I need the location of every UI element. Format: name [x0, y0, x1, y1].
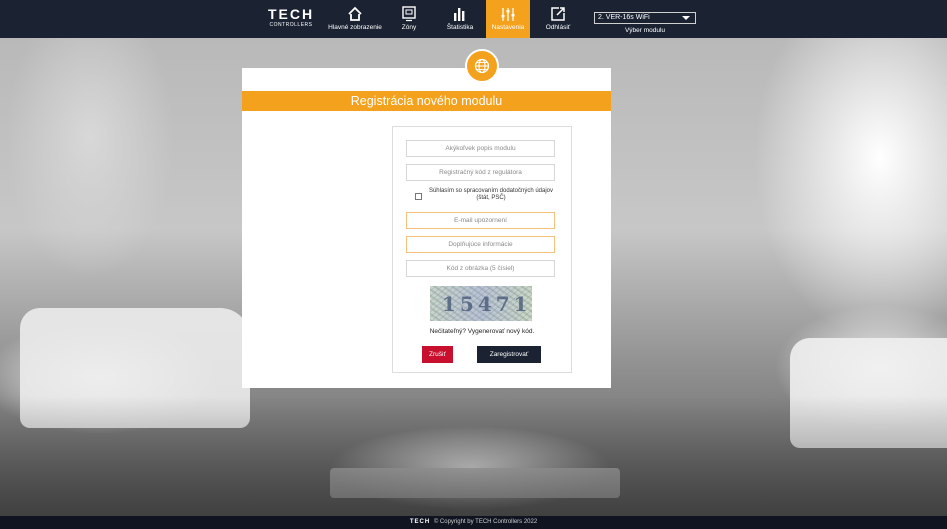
nav-label-main-view: Hlavné zobrazenie: [328, 24, 382, 31]
module-select-caption: Výber modulu: [624, 27, 666, 34]
logo-brand: TECH: [267, 6, 315, 22]
nav-label-settings: Nastavenia: [491, 24, 525, 31]
logo-sub: CONTROLLERS: [269, 22, 313, 28]
module-select-value: 2. VER-16s WiFi: [598, 14, 650, 21]
tech-logo[interactable]: TECH CONTROLLERS: [265, 7, 317, 33]
module-description-input[interactable]: [406, 140, 555, 157]
background-floor: [0, 396, 947, 516]
top-navigation-bar: TECH CONTROLLERS Hlavné zobrazenie Zóny …: [0, 0, 947, 38]
register-button[interactable]: Zaregistrovať: [477, 346, 541, 363]
nav-label-statistics: Štatistika: [446, 24, 474, 31]
nav-label-zones: Zóny: [401, 24, 417, 31]
nav-item-main-view[interactable]: Hlavné zobrazenie: [325, 0, 385, 38]
module-select-dropdown[interactable]: 2. VER-16s WiFi: [594, 12, 696, 24]
additional-info-input[interactable]: [406, 236, 555, 253]
globe-icon: [474, 58, 490, 74]
nav-item-settings[interactable]: Nastavenia: [486, 0, 530, 38]
nav-item-logout[interactable]: Odhlásiť: [540, 0, 576, 38]
statistics-icon: [454, 8, 465, 21]
zones-icon: [402, 6, 416, 22]
email-notification-input[interactable]: [406, 212, 555, 229]
nav-item-statistics[interactable]: Štatistika: [442, 0, 478, 38]
consent-label: Súhlasím so spracovaním dodatočných údaj…: [428, 188, 554, 201]
cancel-button[interactable]: Zrušiť: [422, 346, 453, 363]
panel-title: Registrácia nového modulu: [242, 91, 611, 111]
consent-checkbox[interactable]: [415, 193, 422, 200]
nav-label-logout: Odhlásiť: [545, 24, 571, 31]
captcha-code-input[interactable]: [406, 260, 555, 277]
footer-copyright: © Copyright by TECH Controllers 2022: [433, 519, 538, 525]
settings-sliders-icon: [501, 8, 515, 21]
nav-item-zones[interactable]: Zóny: [396, 0, 422, 38]
chevron-down-icon: [682, 16, 690, 20]
globe-badge: [465, 49, 499, 83]
footer: TECH © Copyright by TECH Controllers 202…: [0, 516, 947, 529]
regenerate-captcha-link[interactable]: Nečitateľný? Vygenerovať nový kód.: [392, 328, 572, 335]
logout-icon: [551, 7, 565, 21]
captcha-text: 15471: [442, 292, 532, 316]
registration-code-input[interactable]: [406, 164, 555, 181]
home-icon: [348, 6, 362, 21]
footer-brand: TECH: [409, 519, 431, 525]
captcha-image: 15471: [430, 286, 532, 321]
